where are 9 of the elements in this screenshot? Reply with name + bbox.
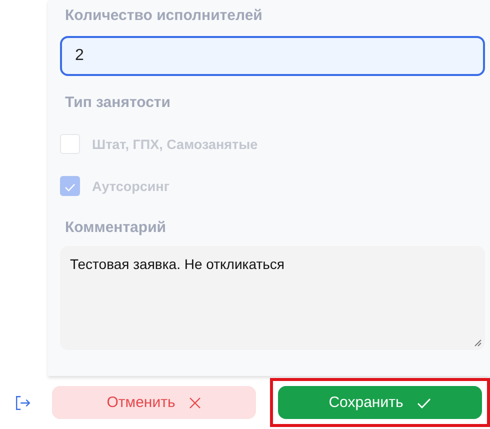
input-field[interactable]: 2 [60,36,485,76]
check-icon [417,396,432,408]
resize-handle-icon[interactable] [474,339,482,347]
field-label: Количество исполнителей [65,7,264,24]
comment-field[interactable]: Тестовая заявка. Не откликаться [60,246,485,350]
comment-text: Тестовая заявка. Не откликаться [70,256,284,272]
close-icon [189,396,202,408]
field-label: Комментарий [65,219,168,236]
field-label: Тип занятости [65,94,172,111]
